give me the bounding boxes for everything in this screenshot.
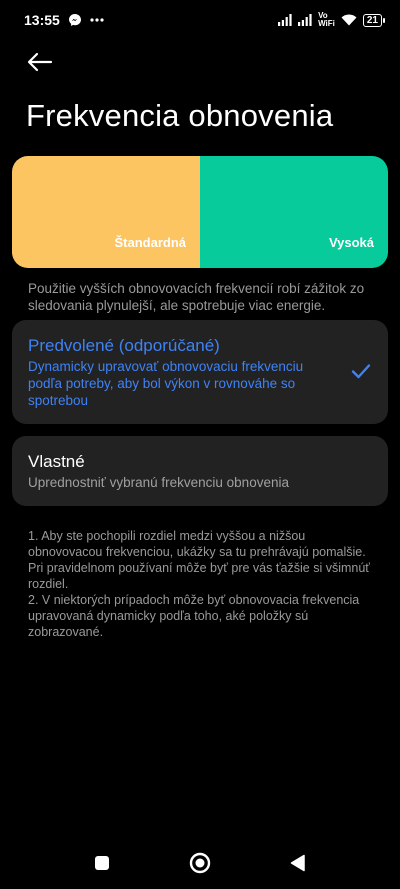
refresh-rate-preview: Štandardná Vysoká (12, 156, 388, 268)
checkmark-icon (351, 364, 371, 379)
back-nav-icon (290, 854, 305, 871)
option-custom-title: Vlastné (28, 452, 85, 471)
back-nav-button[interactable] (284, 849, 312, 877)
status-left: 13:55 (24, 12, 104, 28)
back-button[interactable] (22, 46, 58, 78)
recent-apps-button[interactable] (88, 849, 116, 877)
battery-indicator: 21 (362, 13, 386, 27)
option-custom-subtitle: Uprednostniť vybranú frekvenciu obnoveni… (28, 475, 289, 490)
status-right: Vo WiFi 21 (278, 11, 386, 28)
note-1: 1. Aby ste pochopili rozdiel medzi vyššo… (28, 529, 370, 591)
wifi-icon (341, 14, 357, 26)
status-bar: 13:55 Vo WiFi 21 (0, 0, 400, 40)
status-time: 13:55 (24, 12, 60, 28)
home-icon (189, 852, 211, 873)
preview-standard-label: Štandardná (114, 235, 186, 250)
preview-high-label: Vysoká (328, 235, 374, 250)
signal-icon-2 (298, 14, 312, 26)
option-custom[interactable]: Vlastné Uprednostniť vybranú frekvenciu … (12, 436, 388, 506)
recent-apps-icon (95, 855, 109, 870)
note-2: 2. V niektorých prípadoch môže byť obnov… (28, 593, 360, 639)
option-default-subtitle: Dynamicky upravovať obnovovaciu frekvenc… (28, 359, 304, 408)
notes: 1. Aby ste pochopili rozdiel medzi vyššo… (28, 528, 374, 640)
page-title: Frekvencia obnovenia (26, 98, 334, 133)
arrow-left-icon (27, 52, 53, 72)
navigation-bar (0, 836, 400, 889)
messenger-icon (68, 14, 81, 26)
preview-high: Vysoká (200, 156, 388, 268)
option-default[interactable]: Predvolené (odporúčané) Dynamicky upravo… (12, 320, 388, 424)
home-button[interactable] (186, 849, 214, 877)
description-text: Použitie vyšších obnovovacích frekvencií… (28, 281, 365, 313)
more-dots-icon (90, 18, 104, 22)
signal-icon-1 (278, 14, 292, 26)
option-default-title: Predvolené (odporúčané) (28, 336, 220, 355)
preview-standard: Štandardná (12, 156, 200, 268)
vowifi-indicator: Vo WiFi (318, 11, 335, 28)
